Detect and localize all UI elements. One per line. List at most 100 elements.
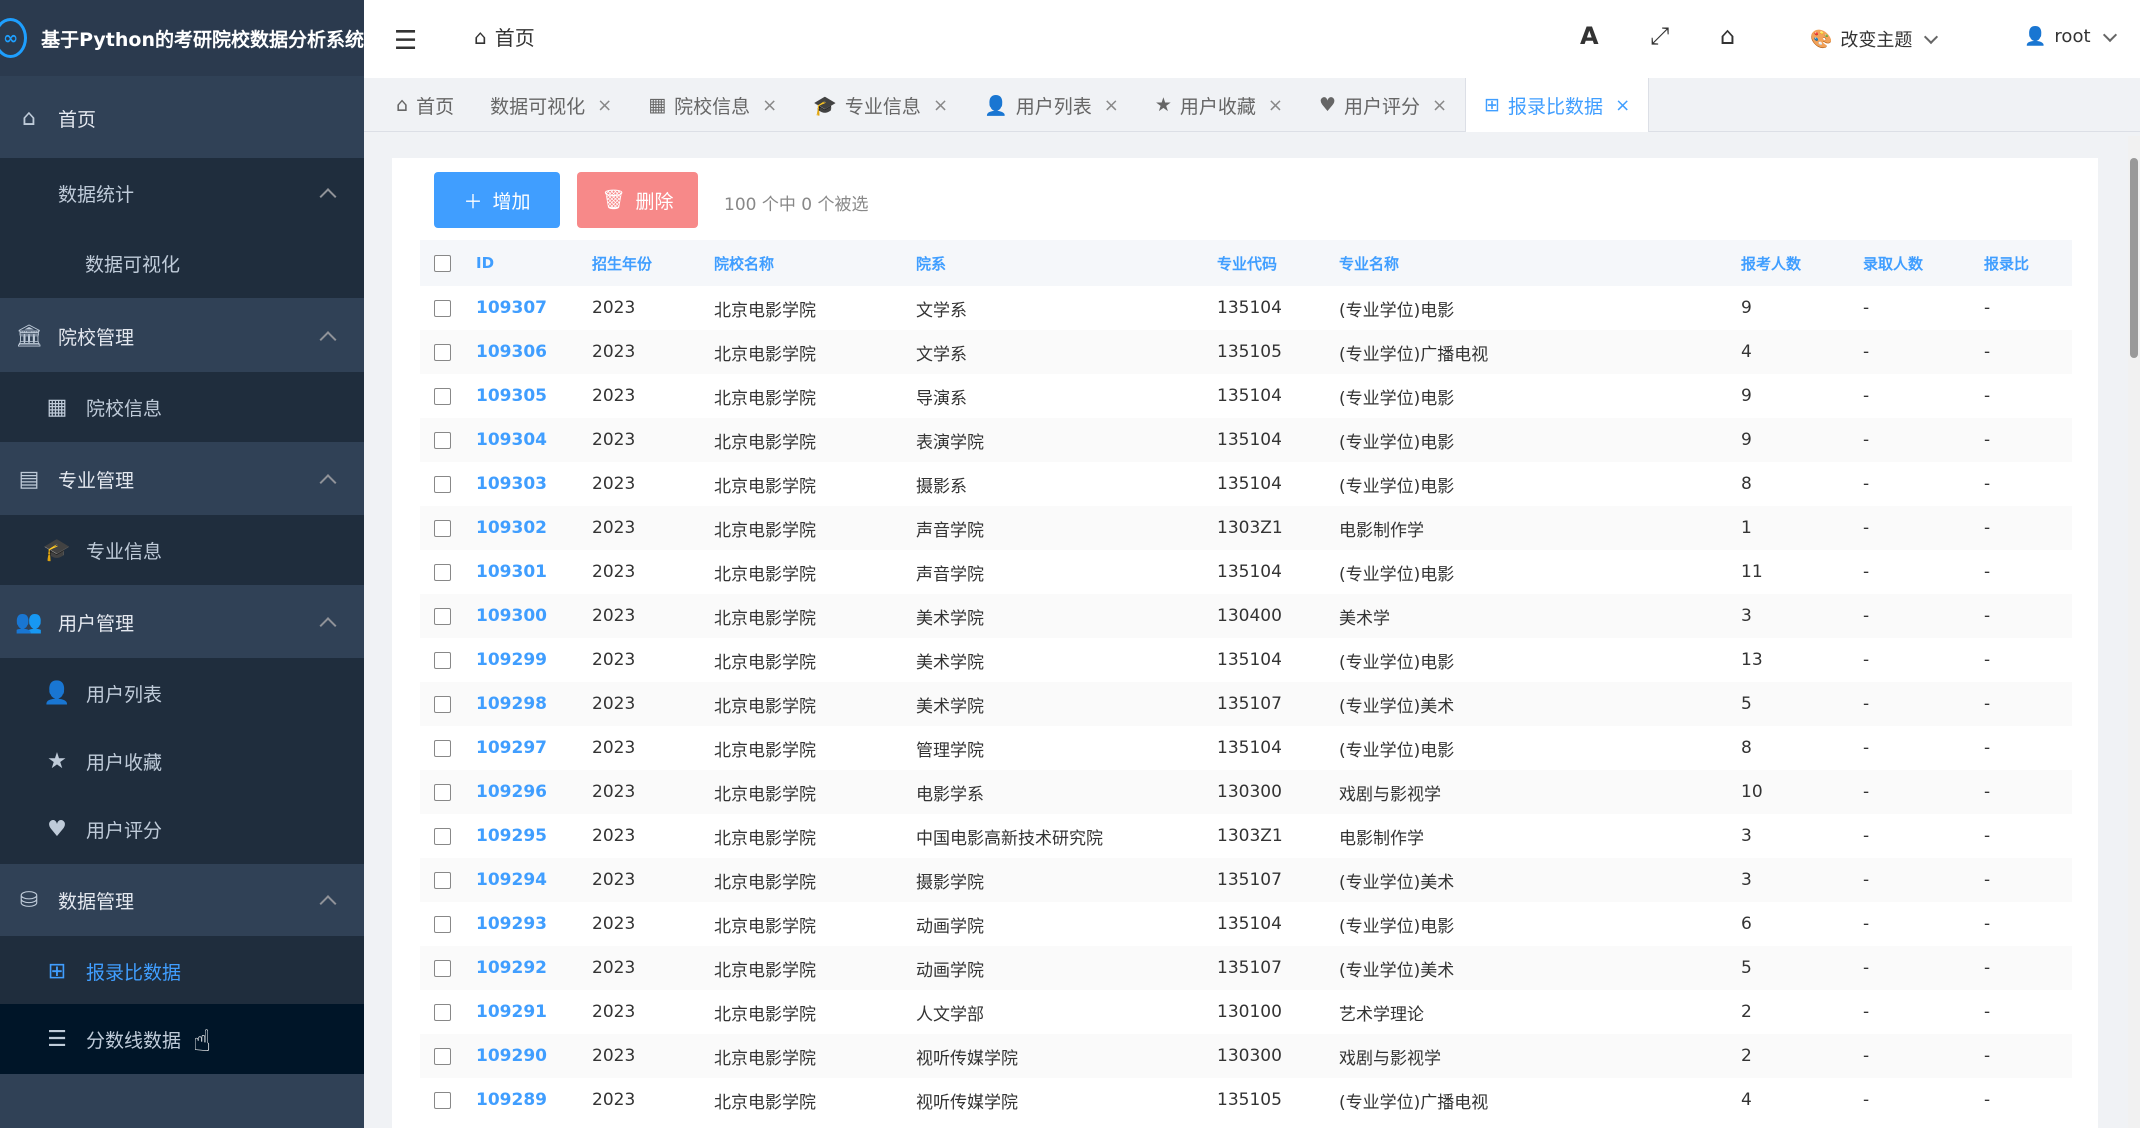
user-menu[interactable]: 👤 root <box>2024 26 2117 47</box>
sidebar-group-schools[interactable]: 🏛 院校管理 <box>0 300 364 372</box>
close-icon[interactable]: × <box>1615 95 1630 116</box>
sidebar-item-school-info[interactable]: ▦ 院校信息 <box>0 372 364 442</box>
table-row[interactable]: 109289 2023 北京电影学院 视听传媒学院 135105 (专业学位)广播电视 4 -… <box>420 1078 2072 1122</box>
table-row[interactable]: 109296 2023 北京电影学院 电影学系 130300 戏剧与影视学 10 - - <box>420 770 2072 814</box>
close-icon[interactable]: × <box>933 95 948 116</box>
row-checkbox[interactable] <box>434 1091 451 1109</box>
row-id-link[interactable]: 109304 <box>476 418 592 462</box>
home-icon[interactable]: ⌂ <box>1720 22 1735 50</box>
row-id-link[interactable]: 109296 <box>476 770 592 814</box>
table-row[interactable]: 109290 2023 北京电影学院 视听传媒学院 130300 戏剧与影视学 2 - - <box>420 1034 2072 1078</box>
row-id-link[interactable]: 109290 <box>476 1034 592 1078</box>
delete-button[interactable]: 🗑 删除 <box>577 172 698 228</box>
table-row[interactable]: 109300 2023 北京电影学院 美术学院 130400 美术学 3 - - <box>420 594 2072 638</box>
sidebar-item-major-info[interactable]: 🎓 专业信息 <box>0 515 364 585</box>
row-checkbox[interactable] <box>434 343 451 361</box>
column-header[interactable]: 专业代码 <box>1217 240 1339 286</box>
close-icon[interactable]: × <box>1104 95 1119 116</box>
row-id-link[interactable]: 109299 <box>476 638 592 682</box>
table-row[interactable]: 109301 2023 北京电影学院 声音学院 135104 (专业学位)电影 11 - - <box>420 550 2072 594</box>
table-row[interactable]: 109291 2023 北京电影学院 人文学部 130100 艺术学理论 2 - - <box>420 990 2072 1034</box>
sidebar-group-data[interactable]: ⛁ 数据管理 <box>0 864 364 936</box>
table-row[interactable]: 109297 2023 北京电影学院 管理学院 135104 (专业学位)电影 8 - - <box>420 726 2072 770</box>
table-row[interactable]: 109292 2023 北京电影学院 动画学院 135107 (专业学位)美术 5 - - <box>420 946 2072 990</box>
fullscreen-icon[interactable]: ⤢ <box>1650 22 1669 50</box>
row-checkbox[interactable] <box>434 959 451 977</box>
tab-user-list[interactable]: 👤 用户列表 × <box>966 78 1137 132</box>
select-all-checkbox[interactable] <box>434 255 451 272</box>
close-icon[interactable]: × <box>1268 95 1283 116</box>
row-checkbox[interactable] <box>434 739 451 757</box>
breadcrumb-home[interactable]: 首页 <box>495 22 535 51</box>
row-id-link[interactable]: 109294 <box>476 858 592 902</box>
row-checkbox[interactable] <box>434 299 451 317</box>
tab-major-info[interactable]: 🎓 专业信息 × <box>795 78 966 132</box>
column-header[interactable]: 报录比 <box>1984 240 2072 286</box>
sidebar-item-user-favorites[interactable]: ★ 用户收藏 <box>0 726 364 796</box>
row-checkbox[interactable] <box>434 651 451 669</box>
row-checkbox[interactable] <box>434 1047 451 1065</box>
column-header[interactable]: ID <box>476 240 592 286</box>
tab-home[interactable]: ⌂ 首页 <box>378 78 472 132</box>
column-header[interactable]: 院系 <box>916 240 1217 286</box>
row-checkbox[interactable] <box>434 827 451 845</box>
table-row[interactable]: 109293 2023 北京电影学院 动画学院 135104 (专业学位)电影 6 - - <box>420 902 2072 946</box>
close-icon[interactable]: × <box>597 95 612 116</box>
row-checkbox[interactable] <box>434 431 451 449</box>
scrollbar-thumb[interactable] <box>2130 158 2138 358</box>
row-checkbox[interactable] <box>434 387 451 405</box>
row-id-link[interactable]: 109302 <box>476 506 592 550</box>
row-id-link[interactable]: 109293 <box>476 902 592 946</box>
table-row[interactable]: 109306 2023 北京电影学院 文学系 135105 (专业学位)广播电视 4 - - <box>420 330 2072 374</box>
tab-ratio-data[interactable]: ⊞ 报录比数据 × <box>1465 78 1650 132</box>
row-checkbox[interactable] <box>434 607 451 625</box>
sidebar-group-stats[interactable]: 数据统计 <box>0 158 364 228</box>
table-row[interactable]: 109307 2023 北京电影学院 文学系 135104 (专业学位)电影 9 - - <box>420 286 2072 330</box>
row-id-link[interactable]: 109291 <box>476 990 592 1034</box>
row-id-link[interactable]: 109303 <box>476 462 592 506</box>
font-size-icon[interactable]: A <box>1580 22 1599 50</box>
row-id-link[interactable]: 109295 <box>476 814 592 858</box>
close-icon[interactable]: × <box>762 95 777 116</box>
row-checkbox[interactable] <box>434 563 451 581</box>
row-checkbox[interactable] <box>434 783 451 801</box>
sidebar-group-majors[interactable]: ▤ 专业管理 <box>0 443 364 515</box>
sidebar-item-visualization[interactable]: 数据可视化 <box>0 228 364 298</box>
tab-school-info[interactable]: ▦ 院校信息 × <box>630 78 795 132</box>
sidebar-item-score-line-data[interactable]: ☰ 分数线数据 <box>0 1004 364 1074</box>
row-checkbox[interactable] <box>434 1003 451 1021</box>
row-id-link[interactable]: 109305 <box>476 374 592 418</box>
column-header[interactable]: 专业名称 <box>1339 240 1741 286</box>
column-header[interactable]: 招生年份 <box>592 240 714 286</box>
table-row[interactable]: 109294 2023 北京电影学院 摄影学院 135107 (专业学位)美术 3 - - <box>420 858 2072 902</box>
sidebar-item-user-list[interactable]: 👤 用户列表 <box>0 658 364 728</box>
hamburger-menu-icon[interactable]: ☰ <box>394 26 417 56</box>
table-row[interactable]: 109302 2023 北京电影学院 声音学院 1303Z1 电影制作学 1 - - <box>420 506 2072 550</box>
row-checkbox[interactable] <box>434 871 451 889</box>
row-checkbox[interactable] <box>434 915 451 933</box>
close-icon[interactable]: × <box>1432 95 1447 116</box>
table-row[interactable]: 109295 2023 北京电影学院 中国电影高新技术研究院 1303Z1 电影制作学 3 -… <box>420 814 2072 858</box>
tab-user-ratings[interactable]: ♥ 用户评分 × <box>1301 78 1465 132</box>
row-id-link[interactable]: 109301 <box>476 550 592 594</box>
sidebar-group-users[interactable]: 👥 用户管理 <box>0 586 364 658</box>
sidebar-item-ratio-data[interactable]: ⊞ 报录比数据 <box>0 936 364 1006</box>
row-id-link[interactable]: 109300 <box>476 594 592 638</box>
row-id-link[interactable]: 109289 <box>476 1078 592 1122</box>
sidebar-item-user-ratings[interactable]: ♥ 用户评分 <box>0 794 364 864</box>
table-row[interactable]: 109305 2023 北京电影学院 导演系 135104 (专业学位)电影 9 - - <box>420 374 2072 418</box>
row-id-link[interactable]: 109307 <box>476 286 592 330</box>
tab-user-favorites[interactable]: ★ 用户收藏 × <box>1137 78 1301 132</box>
column-header[interactable]: 报考人数 <box>1741 240 1863 286</box>
row-checkbox[interactable] <box>434 695 451 713</box>
column-header[interactable]: 录取人数 <box>1863 240 1984 286</box>
add-button[interactable]: ＋ 增加 <box>434 172 560 228</box>
row-checkbox[interactable] <box>434 519 451 537</box>
theme-switcher[interactable]: 🎨 改变主题 <box>1810 26 1939 52</box>
table-row[interactable]: 109303 2023 北京电影学院 摄影系 135104 (专业学位)电影 8 - - <box>420 462 2072 506</box>
column-header[interactable]: 院校名称 <box>714 240 916 286</box>
table-row[interactable]: 109298 2023 北京电影学院 美术学院 135107 (专业学位)美术 5 - - <box>420 682 2072 726</box>
row-id-link[interactable]: 109298 <box>476 682 592 726</box>
table-row[interactable]: 109304 2023 北京电影学院 表演学院 135104 (专业学位)电影 9 - - <box>420 418 2072 462</box>
tab-visualization[interactable]: 数据可视化 × <box>472 78 630 132</box>
